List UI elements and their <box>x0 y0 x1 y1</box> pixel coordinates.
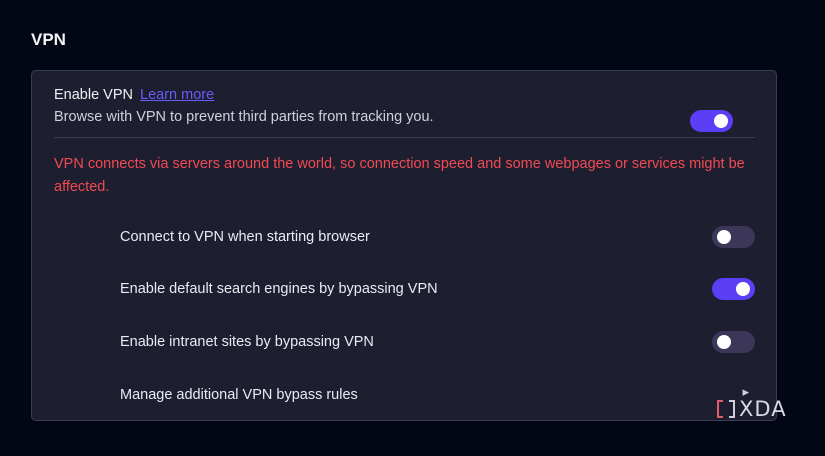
intranet-bypass-toggle[interactable] <box>712 331 755 353</box>
search-engines-bypass-toggle[interactable] <box>712 278 755 300</box>
option-manage-bypass-rules[interactable]: Manage additional VPN bypass rules ▸ <box>120 384 755 408</box>
option-connect-on-start: Connect to VPN when starting browser <box>120 226 755 250</box>
connect-on-start-toggle[interactable] <box>712 226 755 248</box>
vpn-settings-card: Enable VPN Learn more Browse with VPN to … <box>31 70 777 421</box>
vpn-settings-page: VPN Enable VPN Learn more Browse with VPN… <box>0 0 825 456</box>
enable-vpn-title: Enable VPN Learn more <box>54 87 214 103</box>
divider <box>54 137 755 138</box>
option-intranet-bypass: Enable intranet sites by bypassing VPN <box>120 331 755 355</box>
option-label: Manage additional VPN bypass rules <box>120 387 358 403</box>
enable-vpn-row: Enable VPN Learn more Browse with VPN to … <box>54 87 755 137</box>
section-title: VPN <box>31 30 66 49</box>
xda-watermark: XDA <box>717 397 787 421</box>
vpn-warning-text: VPN connects via servers around the worl… <box>54 156 745 195</box>
toggle-knob <box>717 230 731 244</box>
toggle-knob <box>714 114 728 128</box>
xda-logo-icon <box>717 400 735 418</box>
watermark-text: XDA <box>739 397 787 421</box>
toggle-knob <box>717 335 731 349</box>
enable-vpn-label: Enable VPN <box>54 87 133 103</box>
toggle-knob <box>736 282 750 296</box>
option-label: Enable intranet sites by bypassing VPN <box>120 334 374 350</box>
enable-vpn-description: Browse with VPN to prevent third parties… <box>54 109 434 125</box>
option-search-engines-bypass: Enable default search engines by bypassi… <box>120 278 755 302</box>
option-label: Enable default search engines by bypassi… <box>120 281 438 297</box>
learn-more-link[interactable]: Learn more <box>140 87 214 103</box>
option-label: Connect to VPN when starting browser <box>120 229 370 245</box>
enable-vpn-toggle[interactable] <box>690 110 733 132</box>
